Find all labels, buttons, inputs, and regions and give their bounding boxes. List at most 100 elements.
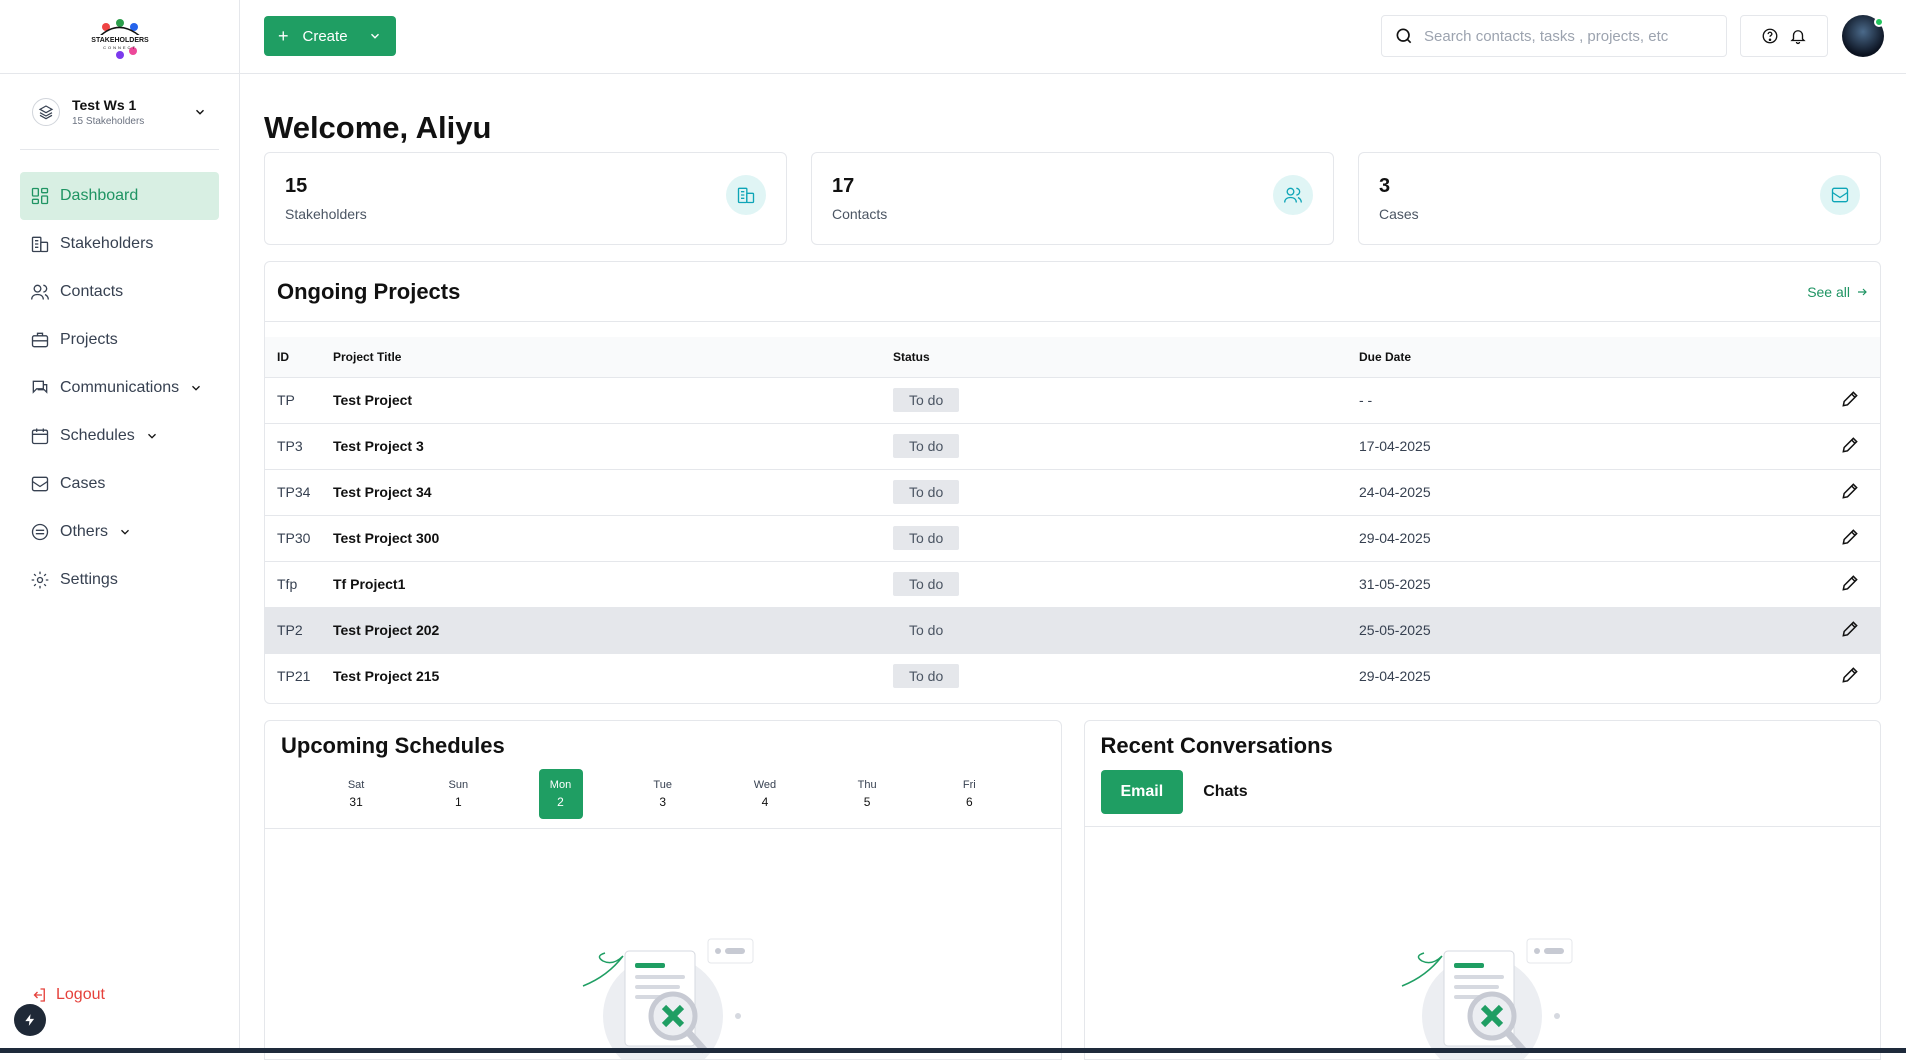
arrow-right-icon: [1858, 288, 1867, 295]
sidebar-item-dashboard[interactable]: Dashboard: [20, 172, 219, 220]
edit-icon[interactable]: [1840, 481, 1860, 501]
table-row[interactable]: Tfp Tf Project1 To do 31-05-2025: [265, 560, 1880, 607]
topbar: + Create: [240, 0, 1906, 74]
column-header-due-date[interactable]: Due Date: [1359, 337, 1694, 377]
day-fri[interactable]: Fri 6: [947, 769, 991, 819]
sidebar-item-contacts[interactable]: Contacts: [20, 268, 219, 316]
due-date: 31-05-2025: [1359, 560, 1694, 607]
day-wed[interactable]: Wed 4: [743, 769, 787, 819]
edit-icon[interactable]: [1840, 573, 1860, 593]
page-title: Welcome, Aliyu: [264, 110, 492, 145]
day-selector: Sat 31 Sun 1 Mon 2 Tue 3 Wed 4 Thu 5 Fri 6: [265, 769, 1061, 829]
sidebar-item-label: Communications: [60, 379, 180, 396]
window-bottom-bar: [0, 1048, 1906, 1053]
due-date: 24-04-2025: [1359, 468, 1694, 515]
sidebar-item-label: Others: [60, 523, 109, 540]
column-header-id[interactable]: ID: [265, 337, 333, 377]
tab-email[interactable]: Email: [1100, 769, 1184, 814]
day-name: Mon: [549, 779, 572, 791]
layers-icon: [32, 97, 60, 126]
gear-icon: [31, 571, 49, 589]
project-title[interactable]: Test Project: [333, 376, 893, 423]
edit-icon[interactable]: [1840, 619, 1860, 639]
logo-area: STAKEHOLDERS CONNECT: [0, 0, 239, 74]
status-badge: To do: [909, 622, 944, 638]
table-row[interactable]: TP34 Test Project 34 To do 24-04-2025: [265, 468, 1880, 515]
sidebar-nav: Dashboard Stakeholders Contacts Projects…: [0, 172, 239, 604]
avatar[interactable]: [1842, 15, 1884, 57]
edit-icon[interactable]: [1840, 389, 1860, 409]
sidebar-item-label: Stakeholders: [60, 235, 154, 252]
day-sun[interactable]: Sun 1: [436, 769, 480, 819]
empty-state-illustration: [582, 938, 754, 1059]
chevron-down-icon: [192, 385, 201, 391]
bell-icon[interactable]: [1789, 27, 1807, 45]
help-notification-group: [1740, 15, 1828, 57]
chevron-down-icon[interactable]: [368, 29, 382, 43]
stat-label: Stakeholders: [285, 206, 367, 222]
column-header-title[interactable]: Project Title: [333, 337, 893, 377]
table-row[interactable]: TP3 Test Project 3 To do 17-04-2025: [265, 422, 1880, 469]
sidebar-item-others[interactable]: Others: [20, 508, 219, 556]
sidebar-item-communications[interactable]: Communications: [20, 364, 219, 412]
recent-conversations-panel: Recent Conversations Email Chats: [1083, 720, 1881, 1060]
day-date: 4: [761, 795, 769, 809]
search-box: [1381, 15, 1727, 57]
help-icon[interactable]: [1761, 27, 1779, 45]
stakeholders-connect-logo[interactable]: STAKEHOLDERS CONNECT: [85, 15, 155, 59]
sidebar-item-settings[interactable]: Settings: [20, 556, 219, 604]
search-input[interactable]: [1424, 27, 1714, 45]
sidebar-item-schedules[interactable]: Schedules: [20, 412, 219, 460]
project-title[interactable]: Tf Project1: [333, 560, 893, 607]
day-tue[interactable]: Tue 3: [641, 769, 685, 819]
stat-card-cases[interactable]: 3 Cases: [1358, 152, 1881, 245]
sidebar-item-cases[interactable]: Cases: [20, 460, 219, 508]
column-header-actions: [1693, 337, 1880, 377]
workspace-subtitle: 15 Stakeholders: [72, 115, 145, 127]
sidebar-item-projects[interactable]: Projects: [20, 316, 219, 364]
stat-card-contacts[interactable]: 17 Contacts: [811, 152, 1334, 245]
edit-icon[interactable]: [1840, 435, 1860, 455]
sidebar-item-stakeholders[interactable]: Stakeholders: [20, 220, 219, 268]
workspace-switcher[interactable]: Test Ws 1 15 Stakeholders: [20, 74, 219, 150]
see-all-link[interactable]: See all: [1807, 284, 1868, 300]
projects-table: ID Project Title Status Due Date TP Test…: [265, 337, 1880, 699]
chevron-down-icon: [121, 529, 129, 535]
table-row[interactable]: TP Test Project To do - -: [265, 376, 1880, 423]
stat-value: 17: [832, 175, 855, 197]
edit-icon[interactable]: [1840, 665, 1860, 685]
day-thu[interactable]: Thu 5: [845, 769, 889, 819]
due-date: 25-05-2025: [1359, 606, 1694, 653]
project-title[interactable]: Test Project 300: [333, 514, 893, 561]
project-id: TP21: [265, 652, 333, 699]
bolt-icon[interactable]: [14, 1004, 46, 1036]
create-button[interactable]: + Create: [264, 16, 396, 56]
logout-button[interactable]: Logout: [20, 986, 105, 1004]
svg-text:CONNECT: CONNECT: [103, 45, 137, 50]
project-title[interactable]: Test Project 215: [333, 652, 893, 699]
day-name: Sun: [448, 779, 469, 791]
edit-icon[interactable]: [1840, 527, 1860, 547]
table-row[interactable]: TP2 Test Project 202 To do 25-05-2025: [265, 606, 1880, 653]
day-date: 6: [965, 795, 973, 809]
due-date: 17-04-2025: [1359, 422, 1694, 469]
status-badge: To do: [893, 526, 960, 550]
day-sat[interactable]: Sat 31: [334, 769, 378, 819]
project-title[interactable]: Test Project 3: [333, 422, 893, 469]
ongoing-projects-panel: Ongoing Projects See all ID Project Titl…: [264, 261, 1881, 704]
day-mon[interactable]: Mon 2: [538, 769, 583, 819]
table-row[interactable]: TP21 Test Project 215 To do 29-04-2025: [265, 652, 1880, 699]
bottom-panels: Upcoming Schedules Sat 31 Sun 1 Mon 2 Tue 3 …: [264, 720, 1881, 1060]
project-id: TP3: [265, 422, 333, 469]
column-header-status[interactable]: Status: [893, 337, 1359, 377]
tab-chats[interactable]: Chats: [1183, 770, 1267, 814]
project-title[interactable]: Test Project 202: [333, 606, 893, 653]
table-header-row: ID Project Title Status Due Date: [265, 337, 1880, 377]
stat-card-stakeholders[interactable]: 15 Stakeholders: [264, 152, 787, 245]
upcoming-schedules-panel: Upcoming Schedules Sat 31 Sun 1 Mon 2 Tue 3 …: [264, 720, 1062, 1060]
building-icon: [726, 175, 766, 215]
project-title[interactable]: Test Project 34: [333, 468, 893, 515]
table-row[interactable]: TP30 Test Project 300 To do 29-04-2025: [265, 514, 1880, 561]
status-badge: To do: [893, 664, 960, 689]
sidebar-item-label: Schedules: [60, 427, 135, 444]
